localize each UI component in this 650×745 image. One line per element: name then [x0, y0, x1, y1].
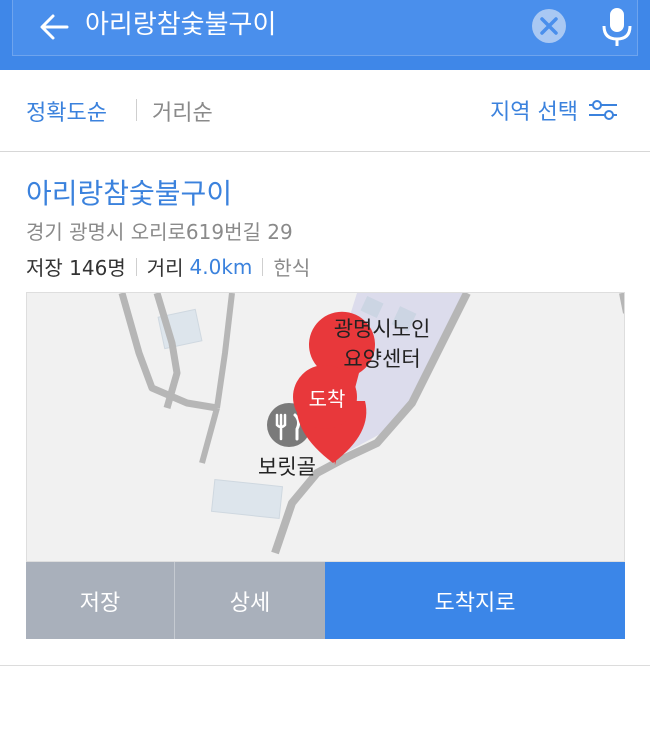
distance-value: 4.0km [189, 254, 253, 279]
region-select-button[interactable]: 지역 선택 [490, 95, 618, 125]
save-button[interactable]: 저장 [26, 562, 175, 639]
action-bar: 저장 상세 도착지로 [26, 562, 625, 639]
map-preview[interactable]: 도착 광명시노인 요양센터 보릿골 [26, 292, 625, 562]
search-bar[interactable]: 아리랑참숯불구이 [12, 0, 638, 56]
map-poi-care-center-line1: 광명시노인 [333, 317, 431, 341]
sort-bar: 정확도순 거리순 지역 선택 [0, 70, 650, 152]
sort-accuracy-tab[interactable]: 정확도순 [26, 95, 107, 127]
back-arrow-icon[interactable] [37, 10, 71, 44]
save-count: 저장 146명 [26, 256, 126, 280]
map-pin-label: 도착 [308, 387, 346, 411]
result-item[interactable]: 아리랑참숯불구이 경기 광명시 오리로619번길 29 저장 146명 거리 4… [0, 152, 650, 666]
place-address: 경기 광명시 오리로619번길 29 [26, 220, 293, 244]
map-poi-boritgol: 보릿골 [258, 455, 316, 479]
place-name[interactable]: 아리랑참숯불구이 [26, 172, 232, 212]
sort-divider [136, 99, 137, 121]
place-meta: 저장 146명 거리 4.0km 한식 [26, 252, 310, 281]
region-select-label: 지역 선택 [490, 100, 578, 125]
sort-distance-tab[interactable]: 거리순 [152, 95, 213, 127]
microphone-icon[interactable] [599, 6, 635, 48]
filter-sliders-icon [588, 100, 617, 120]
category-label: 한식 [273, 256, 311, 280]
search-header: 아리랑참숯불구이 [0, 0, 650, 70]
detail-button[interactable]: 상세 [175, 562, 325, 639]
distance-label: 거리 [146, 256, 184, 280]
set-destination-button[interactable]: 도착지로 [325, 562, 625, 639]
clear-icon[interactable] [531, 8, 567, 44]
meta-divider [262, 257, 264, 276]
search-query[interactable]: 아리랑참숯불구이 [85, 8, 276, 42]
meta-divider [135, 257, 137, 276]
map-poi-care-center-line2: 요양센터 [343, 347, 421, 371]
